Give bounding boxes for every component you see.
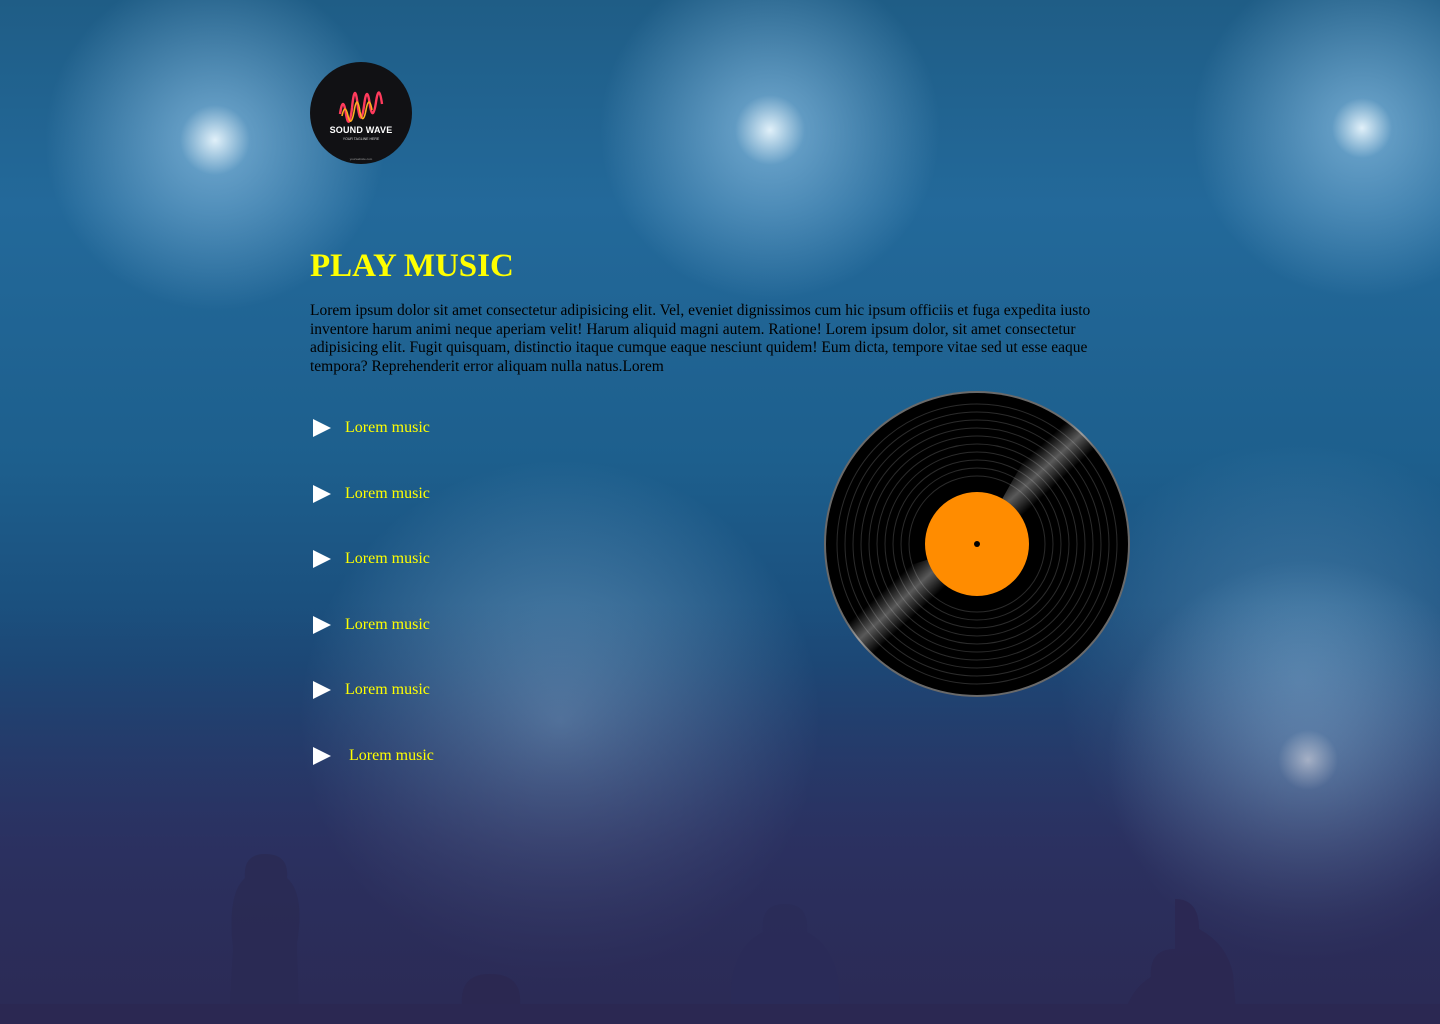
page-title: PLAY MUSIC [310, 248, 514, 284]
logo-footer: yourwebsite.com [349, 157, 373, 161]
play-icon[interactable] [310, 745, 332, 767]
track-label[interactable]: Lorem music [349, 747, 434, 765]
play-icon[interactable] [310, 417, 332, 439]
track-label[interactable]: Lorem music [345, 681, 430, 699]
logo[interactable]: SOUND WAVE YOUR TAGLINE HERE yourwebsite… [310, 62, 412, 164]
logo-tagline: YOUR TAGLINE HERE [342, 137, 380, 141]
logo-title: SOUND WAVE [329, 125, 393, 135]
concert-background-image [0, 604, 1440, 1024]
vinyl-record-icon [824, 391, 1130, 697]
play-icon[interactable] [310, 679, 332, 701]
track-item[interactable]: Lorem music [310, 481, 430, 507]
track-label[interactable]: Lorem music [345, 485, 430, 503]
track-label[interactable]: Lorem music [345, 550, 430, 568]
track-label[interactable]: Lorem music [345, 419, 430, 437]
track-item[interactable]: Lorem music [310, 415, 430, 441]
play-icon[interactable] [310, 483, 332, 505]
sound-wave-icon [338, 91, 384, 123]
track-item[interactable]: Lorem music [310, 743, 434, 769]
track-item[interactable]: Lorem music [310, 677, 430, 703]
track-item[interactable]: Lorem music [310, 546, 430, 572]
track-item[interactable]: Lorem music [310, 612, 430, 638]
page-description: Lorem ipsum dolor sit amet consectetur a… [310, 302, 1091, 375]
track-label[interactable]: Lorem music [345, 616, 430, 634]
play-icon[interactable] [310, 614, 332, 636]
play-icon[interactable] [310, 548, 332, 570]
